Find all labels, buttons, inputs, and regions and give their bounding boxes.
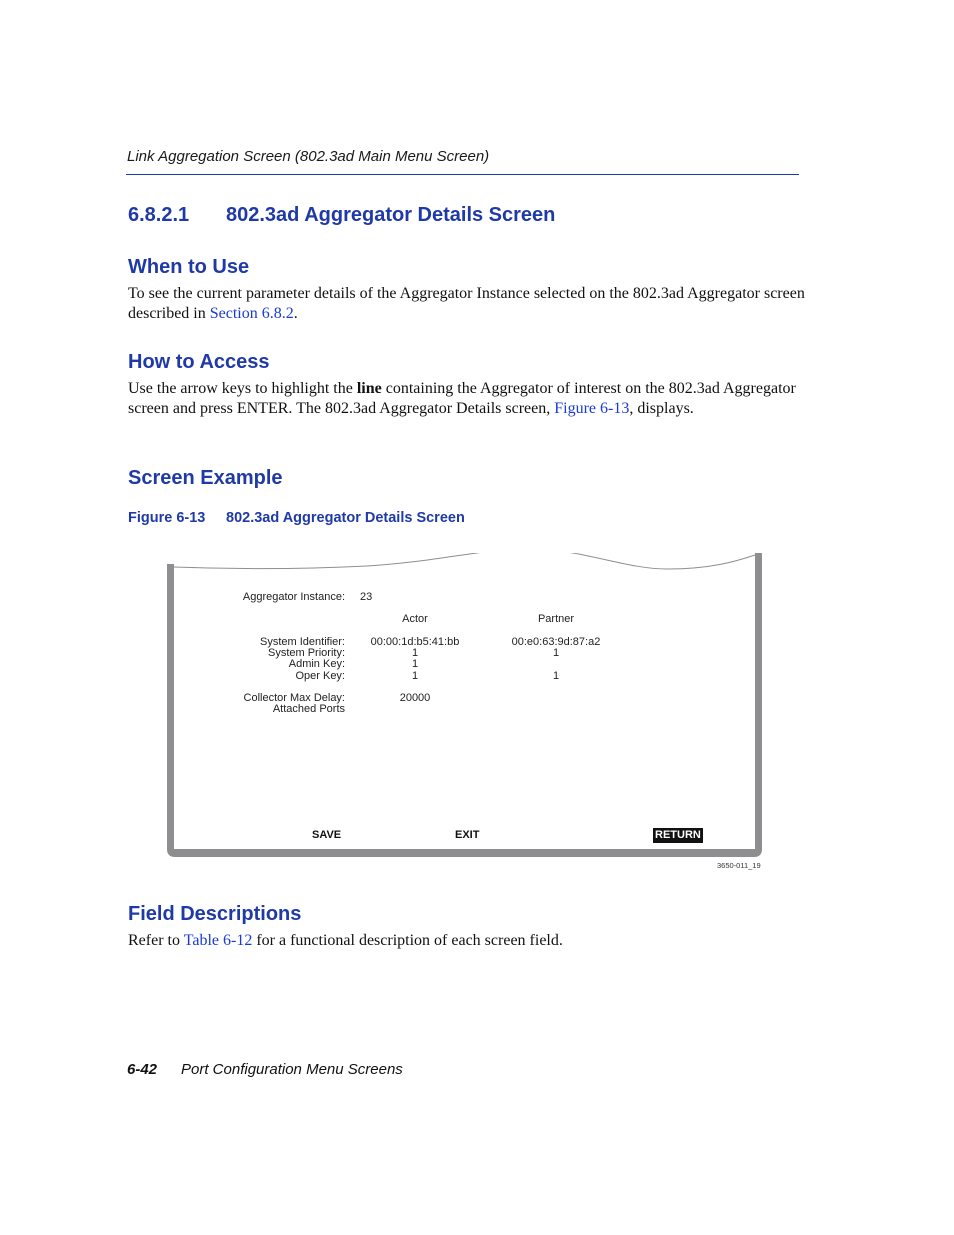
heading-how-to-access: How to Access	[128, 351, 270, 373]
aggregator-details-screen: Aggregator Instance: 23 Actor Partner Sy…	[167, 553, 762, 857]
section-number: 6.8.2.1	[128, 204, 190, 226]
heading-screen-example: Screen Example	[128, 467, 283, 489]
running-header: Link Aggregation Screen (802.3ad Main Me…	[127, 148, 490, 165]
partner-oper-key: 1	[552, 670, 560, 682]
collector-max-delay-value: 20000	[399, 692, 431, 704]
aggregator-instance-value: 23	[360, 591, 373, 603]
exit-button[interactable]: EXIT	[455, 829, 479, 842]
figure-title: 802.3ad Aggregator Details Screen	[226, 510, 465, 526]
section-title-text: 802.3ad Aggregator Details Screen	[226, 204, 556, 226]
figure-caption: Figure 6-13 802.3ad Aggregator Details Sc…	[128, 510, 465, 526]
figure-6-13-link[interactable]: Figure 6-13	[554, 400, 629, 417]
aggregator-instance-label: Aggregator Instance:	[242, 591, 345, 603]
actor-column-header: Actor	[402, 613, 428, 625]
table-6-12-link[interactable]: Table 6-12	[184, 932, 253, 949]
footer-chapter-title: Port Configuration Menu Screens	[181, 1061, 403, 1078]
attached-ports-label: Attached Ports	[272, 703, 345, 715]
field-descriptions-paragraph: Refer to Table 6-12 for a functional des…	[128, 932, 563, 949]
actor-admin-key: 1	[411, 658, 419, 670]
actor-oper-key: 1	[411, 670, 419, 682]
how-to-access-paragraph: Use the arrow keys to highlight the line…	[128, 380, 796, 417]
figure-id: 3650-011_19	[717, 861, 761, 870]
when-to-use-paragraph: To see the current parameter details of …	[128, 285, 805, 322]
section-title: 6.8.2.1 802.3ad Aggregator Details Screen	[128, 204, 555, 227]
section-6-8-2-link[interactable]: Section 6.8.2	[210, 305, 294, 322]
return-button[interactable]: RETURN	[653, 828, 703, 843]
figure-number: Figure 6-13	[128, 510, 206, 526]
heading-field-descriptions: Field Descriptions	[128, 903, 302, 925]
partner-column-header: Partner	[537, 613, 575, 625]
save-button[interactable]: SAVE	[312, 829, 341, 842]
heading-when-to-use: When to Use	[128, 256, 250, 278]
partner-system-priority: 1	[552, 647, 560, 659]
header-rule	[126, 174, 799, 175]
page-number: 6-42	[127, 1061, 158, 1078]
